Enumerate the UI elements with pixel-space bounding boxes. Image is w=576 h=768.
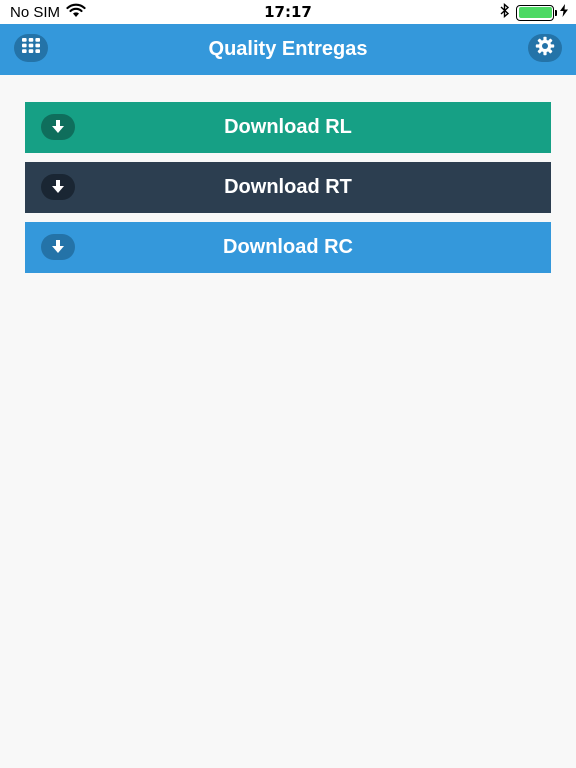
battery-fill <box>518 7 552 18</box>
page-title: Quality Entregas <box>208 38 368 60</box>
download-rt-label: Download RT <box>224 176 352 198</box>
status-bar: No SIM 17:17 <box>0 0 576 24</box>
download-list: Download RL Download RT Download RC <box>25 102 551 282</box>
gear-icon <box>535 36 555 61</box>
download-icon <box>41 234 75 260</box>
charging-icon <box>560 4 568 21</box>
settings-button[interactable] <box>528 34 562 62</box>
download-icon <box>41 114 75 140</box>
battery-tip <box>554 9 557 16</box>
bluetooth-icon <box>500 2 510 22</box>
download-rt-button[interactable]: Download RT <box>25 162 551 213</box>
download-rl-button[interactable]: Download RL <box>25 102 551 153</box>
nav-bar: Quality Entregas <box>0 24 576 75</box>
download-icon <box>41 174 75 200</box>
status-right <box>500 2 568 22</box>
battery-icon <box>516 4 557 21</box>
download-rl-label: Download RL <box>224 116 352 138</box>
download-rc-label: Download RC <box>223 236 353 258</box>
download-rc-button[interactable]: Download RC <box>25 222 551 273</box>
status-time: 17:17 <box>264 3 312 21</box>
